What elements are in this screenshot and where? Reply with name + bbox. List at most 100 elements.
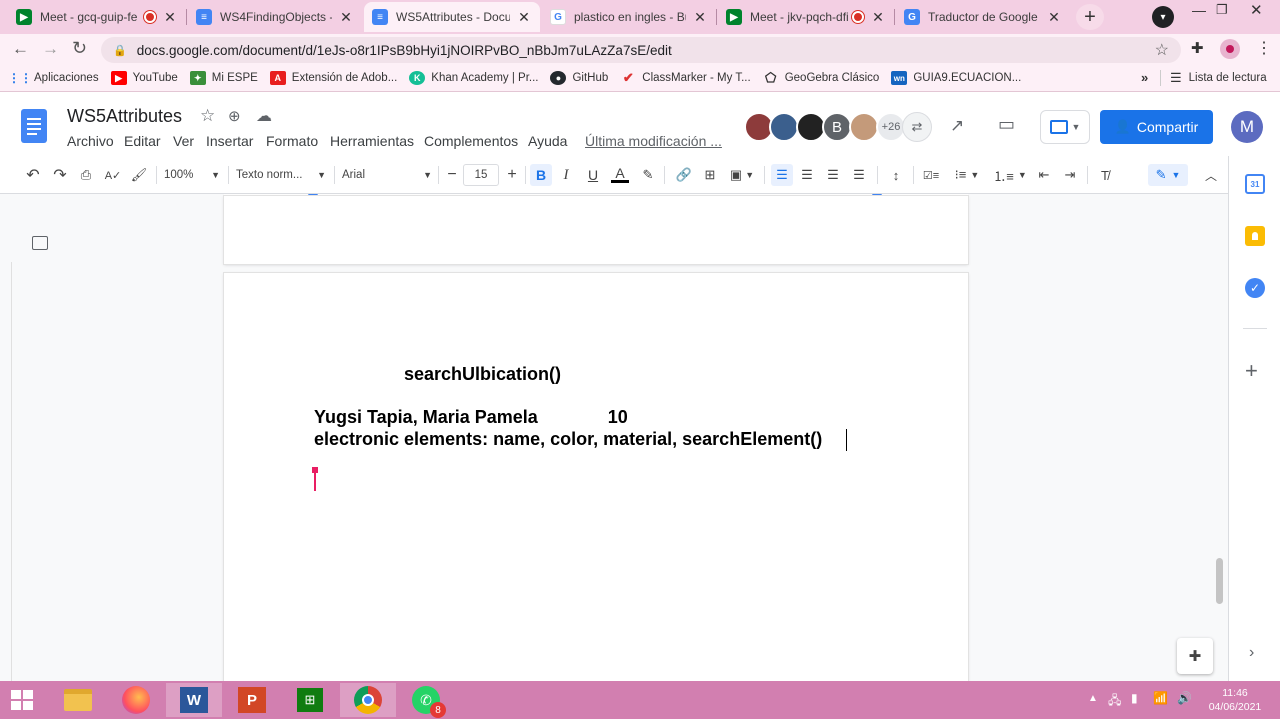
avatar[interactable]: B [822,112,852,142]
menu-ayuda[interactable]: Ayuda [528,133,567,149]
move-icon[interactable]: ⊕ [228,107,241,125]
paint-format-icon[interactable]: 🖌 [130,164,148,186]
doc-line-3[interactable]: electronic elements: name, color, materi… [314,429,822,450]
zoom-select[interactable]: 100% ▼ [164,164,220,186]
outline-icon[interactable] [32,236,48,250]
close-icon[interactable]: ✕ [162,9,178,26]
wifi-icon[interactable]: 📶 [1153,691,1168,705]
clear-formatting-icon[interactable]: T̸ [1095,164,1115,186]
tab-search-icon[interactable]: ▾ [1152,6,1174,28]
redo-icon[interactable]: ↷ [51,164,69,186]
menu-editar[interactable]: Editar [124,133,161,149]
docs-logo-icon[interactable] [21,109,47,143]
italic-button[interactable]: I [556,164,576,186]
close-icon[interactable]: ✕ [516,9,532,26]
keep-icon[interactable] [1245,226,1265,246]
firefox-button[interactable] [108,683,164,717]
tray-expand-icon[interactable]: ▲ [1088,693,1098,704]
tab-ws4[interactable]: ≡ WS4FindingObjects - D ✕ [188,2,362,32]
align-right-icon[interactable]: ☰ [823,164,843,186]
present-button[interactable]: ▼ [1040,110,1090,144]
doc-line-2[interactable]: Yugsi Tapia, Maria Pamela 10 [314,407,628,428]
bookmark-star-icon[interactable]: ☆ [1155,40,1169,60]
close-icon[interactable]: ✕ [338,9,354,26]
window-close-button[interactable]: ✕ [1250,1,1263,19]
tasks-icon[interactable]: ✓ [1245,278,1265,298]
close-icon[interactable]: ✕ [870,9,886,26]
doc-line-1[interactable]: searchUlbication() [404,364,561,385]
menu-herramientas[interactable]: Herramientas [330,133,414,149]
close-icon[interactable]: ✕ [1046,9,1062,26]
numbered-list-button[interactable]: ⒈≡ ▼ [991,164,1029,186]
bookmark-youtube[interactable]: ▶ YouTube [110,71,178,85]
collapse-toolbar-icon[interactable]: ︿ [1201,164,1221,186]
volume-icon[interactable]: 🔊 [1177,691,1192,705]
profile-icon[interactable] [1220,39,1240,59]
reload-button[interactable]: ↻ [72,38,87,59]
store-button[interactable]: ⊞ [282,683,338,717]
bookmark-guia9[interactable]: wn GUIA9.ECUACION... [891,71,1021,85]
font-size-increase-button[interactable]: + [503,164,521,186]
bookmark-classmarker[interactable]: ✔ ClassMarker - My T... [620,70,751,85]
scrollbar-thumb[interactable] [1216,558,1223,604]
network-icon[interactable]: 🖧 [1108,691,1121,712]
menu-archivo[interactable]: Archivo [67,133,114,149]
menu-complementos[interactable]: Complementos [424,133,518,149]
last-edit-link[interactable]: Última modificación ... [585,133,722,149]
menu-insertar[interactable]: Insertar [206,133,253,149]
restore-button[interactable]: ❐ [1216,2,1228,18]
expand-panel-icon[interactable]: › [1249,644,1254,662]
align-left-icon[interactable]: ☰ [771,164,793,186]
checklist-icon[interactable]: ☑≡ [920,164,942,186]
vertical-ruler[interactable] [0,262,12,682]
file-explorer-button[interactable] [50,683,106,717]
add-comment-icon[interactable]: ⊞ [700,164,720,186]
tab-ws5-active[interactable]: ≡ WS5Attributes - Docum ✕ [364,2,540,32]
people-icon[interactable]: ⇄ [902,112,932,142]
new-tab-button[interactable]: + [1076,4,1104,30]
close-icon[interactable]: ✕ [692,9,708,26]
document-page[interactable]: searchUlbication() Yugsi Tapia, Maria Pa… [224,273,968,693]
justify-icon[interactable]: ☰ [849,164,869,186]
battery-icon[interactable]: ▮ [1131,691,1138,705]
browser-menu-icon[interactable]: ⋮ [1256,38,1272,58]
tab-translate[interactable]: G Traductor de Google ✕ [896,2,1070,32]
back-button[interactable]: ← [12,39,29,59]
undo-icon[interactable]: ↶ [24,164,42,186]
tab-google-search[interactable]: G plastico en ingles - Busc ✕ [542,2,716,32]
share-button[interactable]: 👤 Compartir [1100,110,1213,144]
tab-meet-1[interactable]: ▶ Meet - gcq-guip-fe ✕ [8,2,186,32]
insert-image-button[interactable]: ▣ ▼ [726,164,758,186]
spellcheck-icon[interactable]: A✓ [104,164,122,186]
reading-list-button[interactable]: ☰ Lista de lectura [1170,70,1267,86]
decrease-indent-icon[interactable]: ⇤ [1034,164,1054,186]
font-size-decrease-button[interactable]: − [443,164,461,186]
bookmarks-more-button[interactable]: » [1141,70,1148,85]
doc-title[interactable]: WS5Attributes [67,106,182,127]
menu-ver[interactable]: Ver [173,133,194,149]
bold-button[interactable]: B [530,164,552,186]
clock[interactable]: 11:46 04/06/2021 [1200,686,1270,714]
start-button[interactable] [0,683,44,717]
powerpoint-button[interactable]: P [224,683,280,717]
font-size-input[interactable]: 15 [463,164,499,186]
bookmark-mi-espe[interactable]: ✦ Mi ESPE [189,71,258,85]
whatsapp-button[interactable]: ✆ 8 [398,683,454,718]
bulleted-list-button[interactable]: ⁝≡ ▼ [948,164,986,186]
avatar[interactable] [769,112,799,142]
link-icon[interactable]: 🔗 [674,164,694,186]
calendar-icon[interactable]: 31 [1245,174,1265,194]
align-center-icon[interactable]: ☰ [797,164,817,186]
cloud-status-icon[interactable]: ☁ [256,106,272,126]
extensions-icon[interactable]: ✚ [1191,39,1204,57]
word-button[interactable]: W [166,683,222,717]
bookmark-khan[interactable]: K Khan Academy | Pr... [409,71,538,85]
address-bar[interactable]: 🔒 docs.google.com/document/d/1eJs-o8r1IP… [101,37,1181,63]
print-icon[interactable]: ⎙ [77,164,95,186]
chrome-button[interactable] [340,683,396,717]
explore-icon[interactable]: ✚ [1177,638,1213,674]
bookmark-geogebra[interactable]: ⬠ GeoGebra Clásico [763,70,879,85]
editing-mode-button[interactable]: ✎ ▼ [1148,164,1188,186]
highlight-icon[interactable]: ✎ [638,164,658,186]
bookmark-aplicaciones[interactable]: ⋮⋮ Aplicaciones [8,71,99,85]
